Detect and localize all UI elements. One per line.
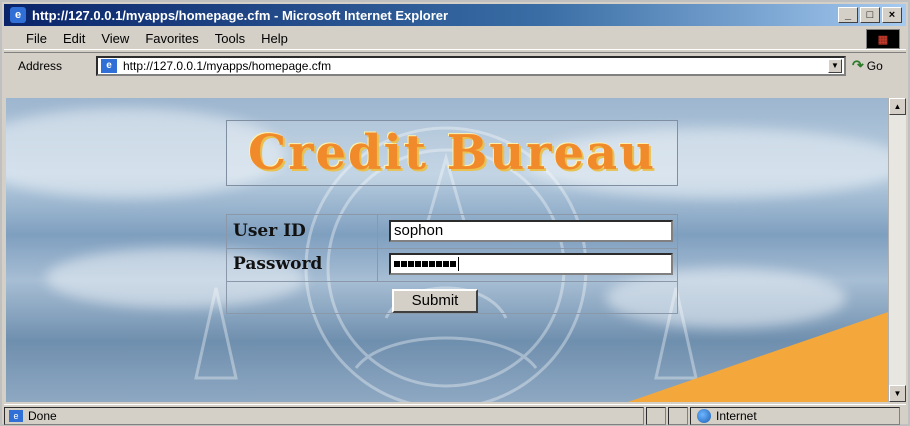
- password-mask: [394, 257, 459, 271]
- window-controls: _ □ ×: [838, 7, 902, 23]
- close-button[interactable]: ×: [882, 7, 902, 23]
- window-title: http://127.0.0.1/myapps/homepage.cfm - M…: [32, 7, 449, 23]
- submit-button[interactable]: Submit: [392, 289, 478, 313]
- password-mask-char: [429, 261, 435, 267]
- menu-tools[interactable]: Tools: [215, 31, 245, 46]
- password-mask-char: [443, 261, 449, 267]
- windows-logo-icon: ▦: [866, 29, 900, 49]
- ie-page-icon: e: [101, 59, 117, 73]
- address-label: Address: [18, 58, 63, 73]
- menu-bar: File Edit View Favorites Tools Help ▦: [4, 28, 906, 50]
- ie-page-icon: e: [9, 409, 23, 422]
- divider: [377, 215, 378, 281]
- browser-window: e http://127.0.0.1/myapps/homepage.cfm -…: [0, 0, 910, 426]
- address-bar: Address e http://127.0.0.1/myapps/homepa…: [4, 52, 906, 78]
- zone-pane: Internet: [690, 406, 900, 425]
- menu-file[interactable]: File: [26, 31, 47, 46]
- go-label: Go: [866, 58, 883, 73]
- scroll-down-icon[interactable]: ▼: [889, 385, 906, 402]
- address-url[interactable]: http://127.0.0.1/myapps/homepage.cfm: [123, 59, 331, 73]
- password-mask-char: [401, 261, 407, 267]
- status-text: Done: [28, 408, 57, 423]
- text-caret: [458, 257, 459, 271]
- go-arrow-icon: ↷: [852, 57, 864, 73]
- status-pane-empty: [646, 406, 666, 425]
- divider: [227, 248, 677, 249]
- menu-help[interactable]: Help: [261, 31, 288, 46]
- password-input[interactable]: [389, 253, 673, 275]
- scroll-up-icon[interactable]: ▲: [889, 98, 906, 115]
- credit-bureau-logo: Credit Bureau: [226, 120, 678, 186]
- menu-edit[interactable]: Edit: [63, 31, 85, 46]
- password-mask-char: [408, 261, 414, 267]
- password-mask-char: [450, 261, 456, 267]
- page-content: Credit Bureau User ID sophon Password Su…: [6, 98, 888, 402]
- address-input[interactable]: e http://127.0.0.1/myapps/homepage.cfm ▼: [96, 56, 846, 76]
- minimize-button[interactable]: _: [838, 7, 858, 23]
- dropdown-arrow-icon[interactable]: ▼: [828, 59, 842, 73]
- ie-page-icon: e: [10, 7, 26, 23]
- logo-text: Credit Bureau: [247, 125, 656, 181]
- password-mask-char: [415, 261, 421, 267]
- orange-corner-decoration: [628, 312, 888, 402]
- menu-favorites[interactable]: Favorites: [145, 31, 198, 46]
- password-label: Password: [233, 254, 323, 274]
- title-bar: e http://127.0.0.1/myapps/homepage.cfm -…: [4, 4, 906, 26]
- user-id-input[interactable]: sophon: [389, 220, 673, 242]
- password-mask-char: [394, 261, 400, 267]
- vertical-scrollbar[interactable]: ▲ ▼: [888, 98, 906, 402]
- status-bar: e Done Internet: [4, 404, 906, 426]
- go-button[interactable]: ↷ Go: [852, 57, 883, 74]
- user-id-label: User ID: [233, 221, 306, 241]
- password-mask-char: [422, 261, 428, 267]
- maximize-button[interactable]: □: [860, 7, 880, 23]
- login-form: User ID sophon Password Submit: [226, 214, 678, 314]
- zone-text: Internet: [716, 408, 757, 423]
- status-pane-empty: [668, 406, 688, 425]
- password-mask-char: [436, 261, 442, 267]
- status-message-pane: e Done: [4, 406, 644, 425]
- menu-view[interactable]: View: [101, 31, 129, 46]
- internet-globe-icon: [697, 408, 711, 423]
- divider: [227, 281, 677, 282]
